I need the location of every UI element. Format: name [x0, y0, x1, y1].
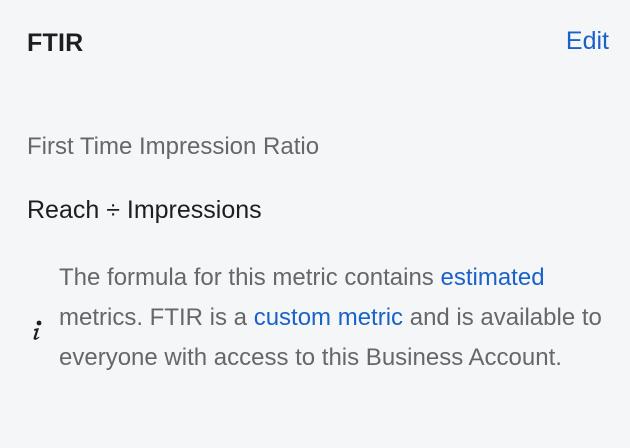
edit-link[interactable]: Edit	[566, 27, 609, 56]
note-text-2: metrics. FTIR is a	[59, 304, 248, 331]
metric-details-card: FTIR Edit First Time Impression Ratio Re…	[0, 0, 630, 448]
metric-info-note: The formula for this metric contains est…	[59, 258, 609, 378]
metric-formula: Reach ÷ Impressions	[27, 196, 262, 224]
custom-metric-link[interactable]: custom metric	[254, 304, 403, 331]
note-text-1: The formula for this metric contains	[59, 264, 434, 291]
metric-title: FTIR	[27, 29, 84, 57]
metric-full-name: First Time Impression Ratio	[27, 133, 320, 160]
info-icon	[33, 320, 42, 340]
estimated-link[interactable]: estimated	[440, 264, 544, 291]
